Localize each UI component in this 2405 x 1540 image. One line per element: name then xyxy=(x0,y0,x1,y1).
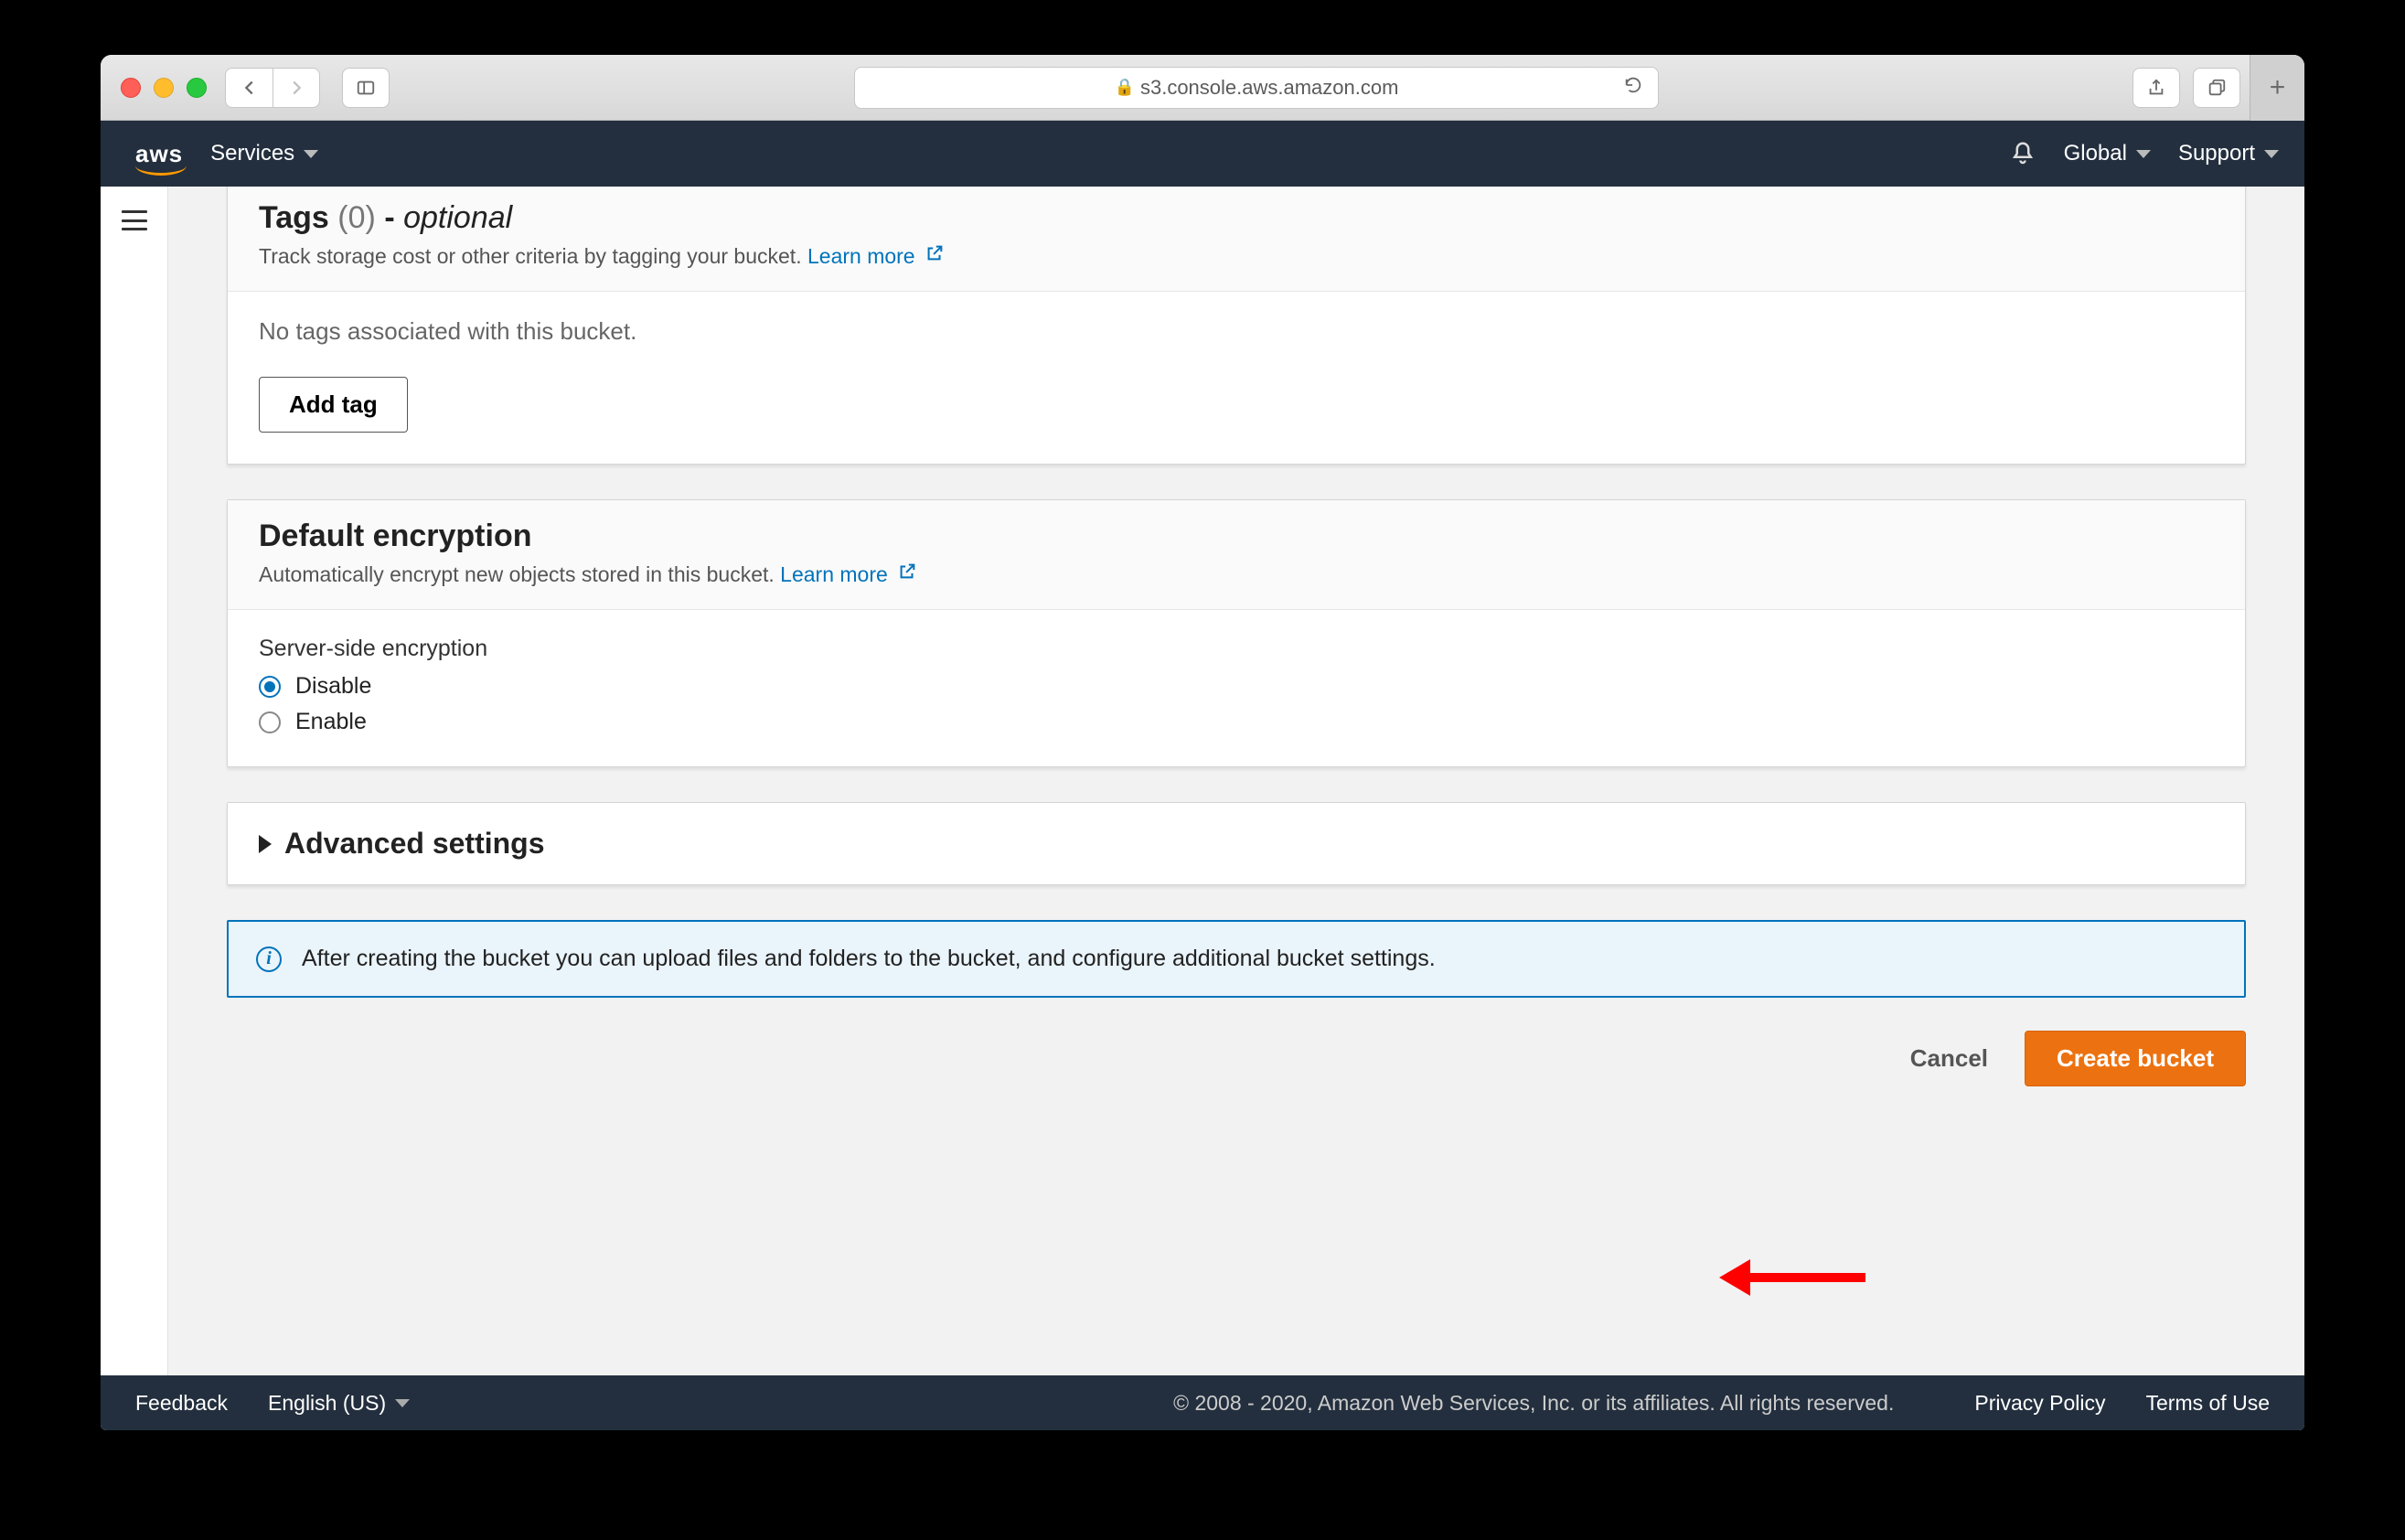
info-box: i After creating the bucket you can uplo… xyxy=(227,920,2246,998)
aws-footer: Feedback English (US) © 2008 - 2020, Ama… xyxy=(101,1375,2304,1430)
tags-title-text: Tags xyxy=(259,200,329,235)
main-content: Tags (0) - optional Track storage cost o… xyxy=(168,187,2304,1375)
chevron-down-icon xyxy=(304,150,318,158)
advanced-settings-toggle[interactable]: Advanced settings xyxy=(259,827,2214,861)
tags-panel-header: Tags (0) - optional Track storage cost o… xyxy=(228,187,2245,292)
external-link-icon xyxy=(897,561,917,582)
sidebar-icon xyxy=(356,78,376,98)
minimize-window-button[interactable] xyxy=(154,78,174,98)
url-bar[interactable]: 🔒 s3.console.aws.amazon.com xyxy=(854,67,1659,109)
sse-enable-radio[interactable]: Enable xyxy=(259,709,2214,735)
language-selector[interactable]: English (US) xyxy=(268,1391,410,1416)
info-icon: i xyxy=(256,946,282,972)
support-menu[interactable]: Support xyxy=(2178,141,2279,166)
new-tab-button[interactable]: + xyxy=(2250,55,2304,121)
encryption-panel-header: Default encryption Automatically encrypt… xyxy=(228,500,2245,610)
safari-toolbar: 🔒 s3.console.aws.amazon.com + xyxy=(101,55,2304,121)
bell-icon xyxy=(2009,140,2036,167)
radio-icon xyxy=(259,711,281,733)
advanced-settings-title: Advanced settings xyxy=(284,827,545,861)
tags-panel-body: No tags associated with this bucket. Add… xyxy=(228,292,2245,464)
side-gutter xyxy=(101,187,168,1375)
chevron-down-icon xyxy=(395,1399,410,1407)
aws-logo[interactable]: aws xyxy=(135,140,183,168)
region-label: Global xyxy=(2064,141,2127,166)
caret-right-icon xyxy=(259,835,272,853)
advanced-settings-panel: Advanced settings xyxy=(227,802,2246,885)
tags-learn-more-link[interactable]: Learn more xyxy=(807,244,945,268)
info-text: After creating the bucket you can upload… xyxy=(302,946,1436,972)
lock-icon: 🔒 xyxy=(1115,78,1135,97)
encryption-desc: Automatically encrypt new objects stored… xyxy=(259,561,2214,587)
copyright-text: © 2008 - 2020, Amazon Web Services, Inc.… xyxy=(1173,1391,1894,1416)
encryption-panel: Default encryption Automatically encrypt… xyxy=(227,499,2246,767)
tags-title: Tags (0) - optional xyxy=(259,200,2214,236)
window-traffic-lights xyxy=(121,78,207,98)
sse-enable-label: Enable xyxy=(295,709,367,735)
chevron-right-icon xyxy=(286,78,306,98)
feedback-link[interactable]: Feedback xyxy=(135,1391,228,1416)
close-window-button[interactable] xyxy=(121,78,141,98)
sse-disable-radio[interactable]: Disable xyxy=(259,673,2214,700)
forward-button[interactable] xyxy=(273,68,320,108)
tabs-button[interactable] xyxy=(2193,68,2240,108)
tags-empty-text: No tags associated with this bucket. xyxy=(259,317,2214,346)
encryption-learn-more-link[interactable]: Learn more xyxy=(780,562,917,586)
tags-panel: Tags (0) - optional Track storage cost o… xyxy=(227,187,2246,465)
sse-disable-label: Disable xyxy=(295,673,371,700)
tags-desc: Track storage cost or other criteria by … xyxy=(259,243,2214,269)
region-menu[interactable]: Global xyxy=(2064,141,2151,166)
radio-icon xyxy=(259,676,281,698)
fullscreen-window-button[interactable] xyxy=(187,78,207,98)
sse-field-label: Server-side encryption xyxy=(259,636,2214,662)
tags-optional: optional xyxy=(403,200,512,235)
language-label: English (US) xyxy=(268,1391,386,1416)
services-menu[interactable]: Services xyxy=(210,141,318,166)
create-bucket-button[interactable]: Create bucket xyxy=(2025,1031,2246,1086)
aws-body: Tags (0) - optional Track storage cost o… xyxy=(101,187,2304,1375)
safari-right-controls xyxy=(2132,68,2240,108)
aws-header: aws Services Global Support xyxy=(101,121,2304,187)
share-icon xyxy=(2146,78,2166,98)
share-button[interactable] xyxy=(2132,68,2180,108)
chevron-down-icon xyxy=(2264,150,2279,158)
tags-count: (0) xyxy=(337,200,376,235)
encryption-title: Default encryption xyxy=(259,519,2214,554)
form-actions: Cancel Create bucket xyxy=(227,1031,2246,1086)
chevron-left-icon xyxy=(240,78,260,98)
reload-button[interactable] xyxy=(1623,75,1643,101)
side-nav-toggle[interactable] xyxy=(122,210,147,230)
hamburger-icon xyxy=(122,210,147,213)
privacy-policy-link[interactable]: Privacy Policy xyxy=(1974,1391,2105,1416)
url-text: s3.console.aws.amazon.com xyxy=(1140,76,1398,100)
back-button[interactable] xyxy=(225,68,273,108)
add-tag-button[interactable]: Add tag xyxy=(259,377,408,433)
support-label: Support xyxy=(2178,141,2255,166)
services-label: Services xyxy=(210,141,294,166)
reload-icon xyxy=(1623,75,1643,95)
encryption-panel-body: Server-side encryption Disable Enable xyxy=(228,610,2245,766)
sidebar-toggle-button[interactable] xyxy=(342,68,390,108)
tabs-icon xyxy=(2207,78,2227,98)
browser-window: 🔒 s3.console.aws.amazon.com + aws Servic… xyxy=(101,55,2304,1430)
notifications-button[interactable] xyxy=(2009,140,2036,167)
nav-back-forward xyxy=(225,68,320,108)
terms-of-use-link[interactable]: Terms of Use xyxy=(2146,1391,2270,1416)
external-link-icon xyxy=(925,243,945,263)
cancel-button[interactable]: Cancel xyxy=(1901,1032,1997,1085)
chevron-down-icon xyxy=(2136,150,2151,158)
